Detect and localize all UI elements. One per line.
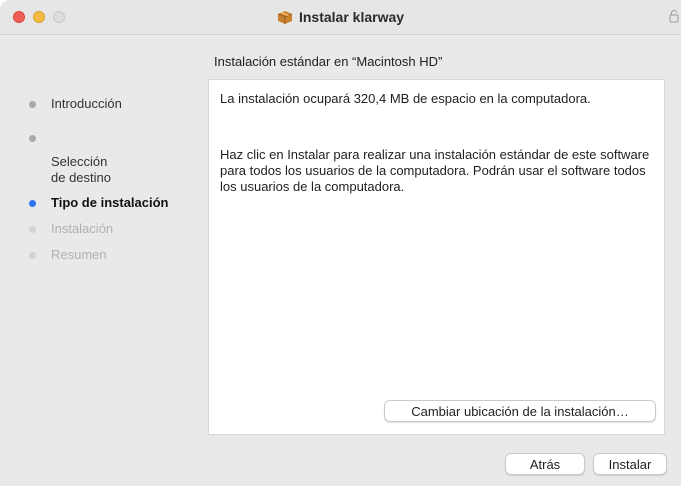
installer-window: Instalar klarway Instalación estándar en… (0, 0, 681, 486)
step-seleccion-destino: Selección de destino (29, 122, 199, 186)
disk-space-text: La instalación ocupará 320,4 MB de espac… (220, 91, 591, 106)
step-label: Tipo de instalación (51, 195, 169, 210)
lock-icon (669, 10, 679, 23)
step-current-dot-icon (29, 200, 36, 207)
back-button[interactable]: Atrás (505, 453, 585, 475)
package-icon (277, 11, 293, 24)
install-description-text: Haz clic en Instalar para realizar una i… (220, 147, 650, 194)
step-label: Selección de destino (51, 154, 111, 185)
step-future-dot-icon (29, 252, 36, 259)
installation-subtitle: Instalación estándar en “Macintosh HD” (214, 54, 443, 69)
step-done-dot-icon (29, 101, 36, 108)
window-title: Instalar klarway (298, 9, 405, 25)
install-button[interactable]: Instalar (593, 453, 667, 475)
steps-sidebar: Introducción Selección de destino Tipo d… (29, 96, 199, 263)
step-resumen: Resumen (29, 247, 199, 263)
title-bar: Instalar klarway (0, 0, 681, 35)
step-instalacion: Instalación (29, 221, 199, 237)
content-panel: La instalación ocupará 320,4 MB de espac… (208, 79, 665, 435)
step-tipo-instalacion: Tipo de instalación (29, 195, 199, 211)
step-introduccion: Introducción (29, 96, 199, 112)
step-label: Instalación (51, 221, 114, 236)
window-title-group: Instalar klarway (0, 0, 681, 34)
step-label: Resumen (51, 247, 107, 262)
step-future-dot-icon (29, 226, 36, 233)
step-done-dot-icon (29, 135, 36, 142)
step-label: Introducción (51, 96, 122, 111)
change-install-location-button[interactable]: Cambiar ubicación de la instalación… (384, 400, 656, 422)
